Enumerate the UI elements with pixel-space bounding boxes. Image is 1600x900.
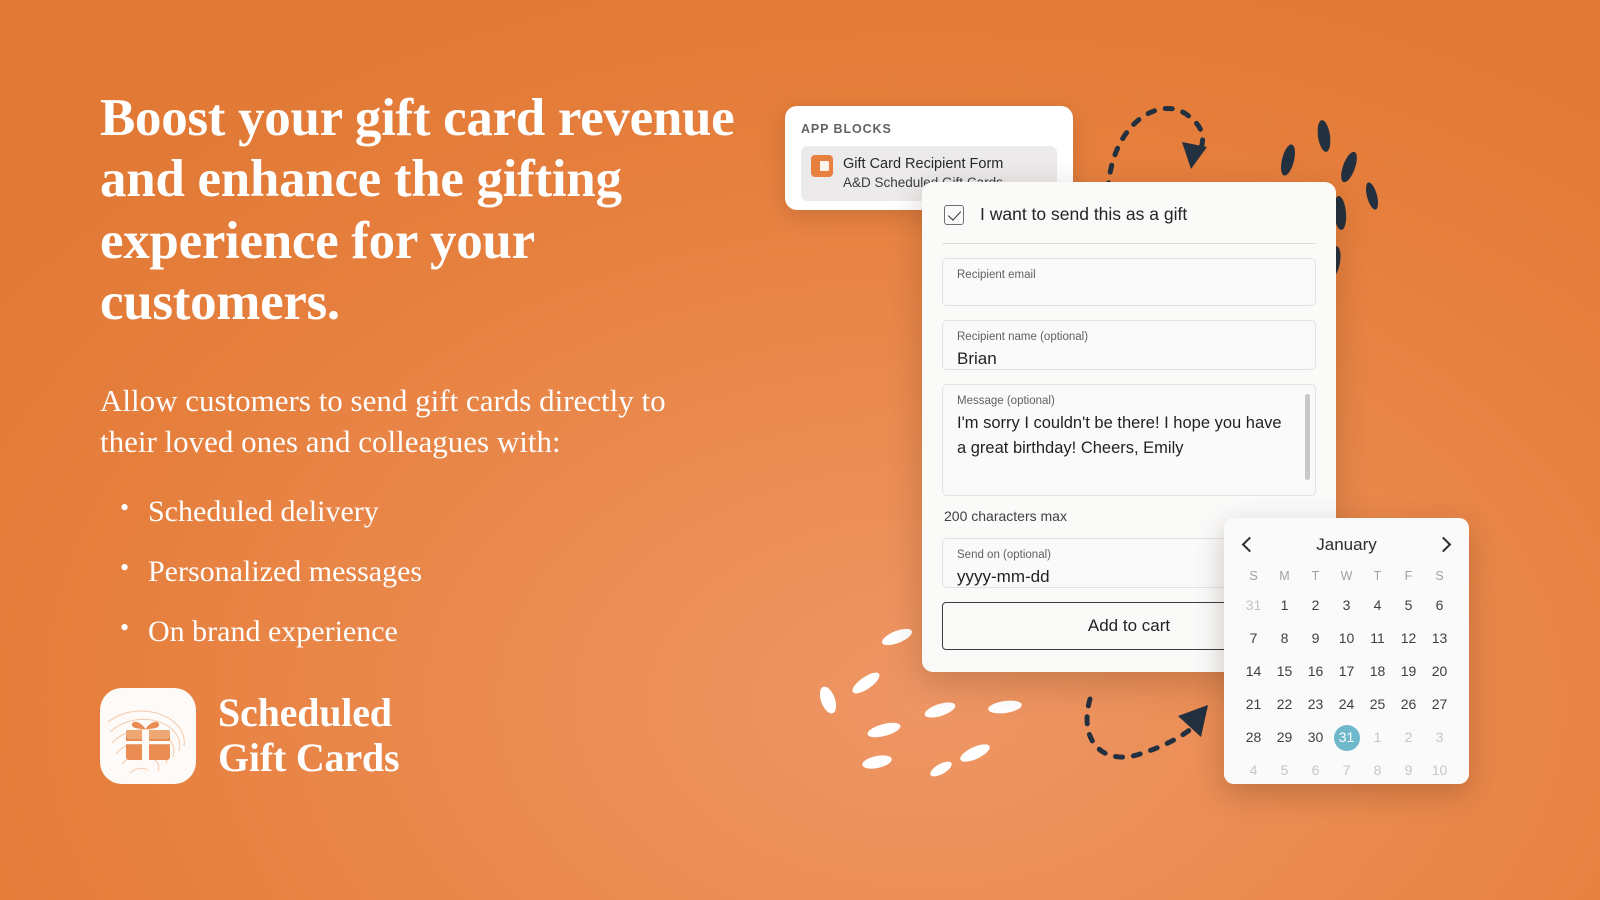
calendar-day[interactable]: 7	[1238, 623, 1269, 654]
app-blocks-title: APP BLOCKS	[801, 122, 892, 136]
recipient-email-field[interactable]: Recipient email	[942, 258, 1316, 306]
calendar-day[interactable]: 12	[1393, 623, 1424, 654]
message-scrollbar[interactable]	[1305, 394, 1310, 480]
calendar-day[interactable]: 7	[1331, 755, 1362, 786]
calendar-day[interactable]: 23	[1300, 689, 1331, 720]
chevron-left-icon[interactable]	[1238, 535, 1258, 555]
calendar-day[interactable]: 14	[1238, 656, 1269, 687]
recipient-email-label: Recipient email	[957, 269, 1036, 281]
calendar-day[interactable]: 4	[1238, 755, 1269, 786]
calendar-day[interactable]: 10	[1331, 623, 1362, 654]
gift-card-block-icon	[811, 155, 833, 177]
app-block-name: Gift Card Recipient Form	[843, 156, 1004, 172]
gift-card-icon	[107, 710, 185, 774]
brand-name-line1: Scheduled	[218, 690, 392, 736]
app-logo-tile	[100, 688, 196, 784]
calendar-weekday: M	[1279, 569, 1290, 583]
dashed-curved-arrow-top	[1105, 106, 1206, 193]
calendar-day[interactable]: 9	[1393, 755, 1424, 786]
calendar-day[interactable]: 5	[1269, 755, 1300, 786]
calendar-day[interactable]: 30	[1300, 722, 1331, 753]
page-title: Boost your gift card revenue and enhance…	[100, 89, 735, 332]
calendar-weekday: T	[1373, 569, 1382, 583]
calendar-day[interactable]: 31	[1238, 590, 1269, 621]
gift-checkbox[interactable]	[944, 204, 964, 225]
gift-icon-shape	[126, 721, 170, 760]
calendar-day[interactable]: 20	[1424, 656, 1455, 687]
hero-copy: Boost your gift card revenue and enhance…	[100, 88, 740, 677]
brand-lockup: Scheduled Gift Cards	[100, 688, 400, 784]
calendar-day[interactable]: 22	[1269, 689, 1300, 720]
list-item: Scheduled delivery	[100, 495, 740, 527]
arrowhead-bottom	[1178, 705, 1208, 737]
calendar-day[interactable]: 8	[1269, 623, 1300, 654]
calendar-day[interactable]: 15	[1269, 656, 1300, 687]
calendar-month-label: January	[1316, 535, 1377, 554]
form-divider	[942, 243, 1316, 244]
calendar-day[interactable]: 1	[1269, 590, 1300, 621]
calendar-day[interactable]: 2	[1393, 722, 1424, 753]
recipient-name-value: Brian	[957, 348, 997, 368]
calendar-day[interactable]: 26	[1393, 689, 1424, 720]
recipient-name-label: Recipient name (optional)	[957, 331, 1089, 343]
calendar-day[interactable]: 1	[1362, 722, 1393, 753]
chevron-right-icon[interactable]	[1435, 535, 1455, 555]
calendar-weekday: S	[1249, 569, 1258, 583]
calendar-day[interactable]: 21	[1238, 689, 1269, 720]
message-value: I'm sorry I couldn't be there! I hope yo…	[957, 413, 1282, 457]
calendar-day[interactable]: 3	[1424, 722, 1455, 753]
calendar-day[interactable]: 4	[1362, 590, 1393, 621]
gift-checkbox-row[interactable]: I want to send this as a gift	[942, 200, 1316, 227]
calendar-header: January	[1238, 530, 1455, 560]
calendar-day[interactable]: 16	[1300, 656, 1331, 687]
calendar-day[interactable]: 29	[1269, 722, 1300, 753]
hero-subcopy: Allow customers to send gift cards direc…	[100, 382, 666, 460]
calendar-day[interactable]: 13	[1424, 623, 1455, 654]
date-picker-calendar: January S M T W T F S 31 1 2 3 4 5 6 7 8 9 10 11 12 13 14 15 16…	[1224, 518, 1469, 784]
calendar-weekday: T	[1311, 569, 1320, 583]
calendar-day[interactable]: 2	[1300, 590, 1331, 621]
message-label: Message (optional)	[957, 395, 1055, 407]
gift-checkbox-label: I want to send this as a gift	[980, 204, 1188, 224]
message-field[interactable]: Message (optional) I'm sorry I couldn't …	[942, 384, 1316, 496]
list-item: On brand experience	[100, 615, 740, 647]
brand-name-line2: Gift Cards	[218, 735, 400, 780]
calendar-day[interactable]: 19	[1393, 656, 1424, 687]
calendar-weekday: S	[1435, 569, 1444, 583]
calendar-day[interactable]: 17	[1331, 656, 1362, 687]
calendar-day[interactable]: 27	[1424, 689, 1455, 720]
calendar-day[interactable]: 28	[1238, 722, 1269, 753]
list-item: Personalized messages	[100, 555, 740, 587]
calendar-day[interactable]: 25	[1362, 689, 1393, 720]
calendar-day[interactable]: 9	[1300, 623, 1331, 654]
arrowhead-top	[1182, 142, 1207, 169]
feature-list: Scheduled delivery Personalized messages…	[100, 495, 740, 647]
calendar-day[interactable]: 18	[1362, 656, 1393, 687]
calendar-weekday: F	[1404, 569, 1413, 583]
calendar-day[interactable]: 6	[1424, 590, 1455, 621]
dashed-curved-arrow-bottom	[1084, 696, 1199, 760]
calendar-day[interactable]: 24	[1331, 689, 1362, 720]
calendar-day[interactable]: 10	[1424, 755, 1455, 786]
promo-banner: Boost your gift card revenue and enhance…	[0, 0, 1600, 900]
calendar-day[interactable]: 6	[1300, 755, 1331, 786]
calendar-grid: S M T W T F S 31 1 2 3 4 5 6 7 8 9 10 11 12 13 14 15 16 17 18 19 20…	[1238, 564, 1455, 786]
calendar-day[interactable]: 5	[1393, 590, 1424, 621]
calendar-day[interactable]: 3	[1331, 590, 1362, 621]
calendar-day[interactable]: 11	[1362, 623, 1393, 654]
recipient-name-field[interactable]: Recipient name (optional) Brian	[942, 320, 1316, 370]
calendar-weekday: W	[1340, 569, 1353, 583]
brand-name: Scheduled Gift Cards	[218, 690, 400, 781]
calendar-day-selected[interactable]: 31	[1331, 722, 1362, 753]
calendar-day[interactable]: 8	[1362, 755, 1393, 786]
